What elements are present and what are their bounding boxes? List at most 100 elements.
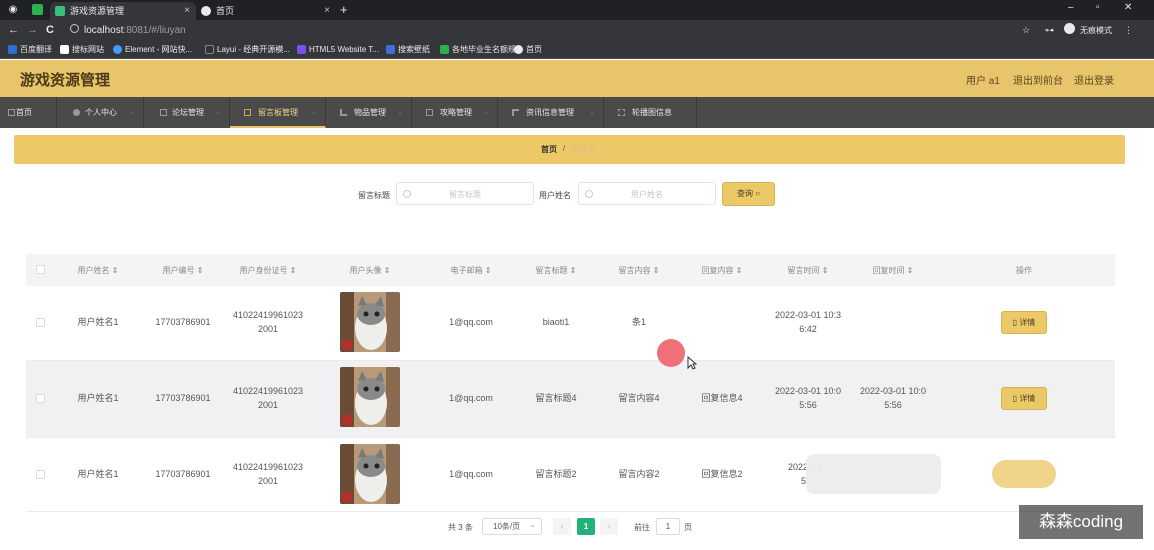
tab-game-resource[interactable]: 游戏资源管理 ×: [50, 2, 196, 20]
next-page-button[interactable]: ›: [600, 518, 618, 535]
cell-id-line1: 41022419961023: [232, 386, 304, 396]
incognito-avatar-icon[interactable]: [1064, 23, 1075, 34]
bookmark-item[interactable]: 搜标网站: [60, 41, 104, 59]
sort-icon: ⇕: [289, 266, 297, 275]
breadcrumb-current: 留言板: [572, 145, 596, 154]
column-header[interactable]: 用户姓名 ⇕: [78, 265, 119, 276]
cell-user-no: 17703786901: [155, 393, 211, 403]
back-to-front-link[interactable]: 退出到前台: [1013, 72, 1063, 87]
bookmark-item[interactable]: Layui - 经典开源模...: [205, 41, 290, 59]
url-input[interactable]: [64, 22, 1004, 39]
nav-item-home[interactable]: 首页: [0, 97, 57, 128]
nav-item-items[interactable]: 物品管理 ⌄: [326, 97, 412, 128]
password-key-icon[interactable]: ⊶: [1045, 24, 1054, 37]
column-header[interactable]: 用户编号 ⇕: [163, 265, 204, 276]
url-host: localhost: [84, 25, 124, 36]
maximize-button[interactable]: ▫: [1096, 2, 1100, 13]
bookmark-item[interactable]: 各地毕业生名额规: [440, 41, 516, 59]
back-button[interactable]: ←: [8, 23, 19, 37]
goto-label: 前往: [634, 523, 650, 532]
column-header[interactable]: 用户身份证号 ⇕: [240, 265, 297, 276]
page-suffix: 页: [684, 523, 692, 532]
nav-item-strategy[interactable]: 攻略管理 ⌄: [412, 97, 498, 128]
select-all-checkbox[interactable]: [36, 265, 45, 274]
column-header[interactable]: 回复时间 ⇕: [873, 265, 914, 276]
sort-icon: ⇕: [821, 266, 829, 275]
sort-icon: ⇕: [383, 266, 391, 275]
detail-button[interactable]: [992, 460, 1056, 488]
logout-link[interactable]: 退出登录: [1074, 72, 1114, 87]
column-header-actions: 操作: [1016, 266, 1032, 275]
cell-time-line2: 5:56: [799, 400, 817, 410]
main-nav: 首页 个人中心 ⌄ 论坛管理 ⌄ 留言板管理 ⌄ 物品管理 ⌄ 攻略管理 ⌄ 资…: [0, 97, 1154, 128]
breadcrumb-separator: /: [563, 144, 566, 153]
bar-chart-icon: [340, 109, 347, 116]
tab-close-icon[interactable]: ×: [324, 2, 330, 20]
minimize-button[interactable]: –: [1068, 2, 1074, 13]
column-header[interactable]: 留言标题 ⇕: [536, 265, 577, 276]
row-checkbox[interactable]: [36, 394, 45, 403]
user-icon: [73, 109, 80, 116]
cat-avatar-image: [340, 292, 400, 352]
bookmark-label: HTML5 Website T...: [309, 45, 379, 54]
bookmark-item[interactable]: 首页: [514, 41, 542, 59]
nav-item-news[interactable]: 资讯信息管理 ⌄: [498, 97, 604, 128]
name-search-input[interactable]: 用户姓名: [578, 182, 716, 205]
page-size-select[interactable]: 10条/页 ⌄: [482, 518, 542, 535]
column-header[interactable]: 电子邮箱 ⇕: [451, 265, 492, 276]
bookmark-favicon-icon: [113, 45, 122, 54]
avatar: [340, 444, 400, 504]
table-row: 用户姓名1 17703786901 41022419961023 2001 1@…: [26, 361, 1115, 438]
detail-button[interactable]: ▯ 详情: [1001, 387, 1047, 410]
cell-time-line1: 2022-03-01 10:3: [774, 310, 842, 320]
column-header[interactable]: 留言内容 ⇕: [619, 265, 660, 276]
nav-item-forum[interactable]: 论坛管理 ⌄: [144, 97, 230, 128]
grid-icon: [160, 109, 167, 116]
nav-label: 攻略管理: [440, 108, 472, 117]
nav-item-personal-center[interactable]: 个人中心 ⌄: [57, 97, 144, 128]
window-close-button[interactable]: ✕: [1124, 2, 1132, 13]
mouse-cursor-icon: [687, 356, 697, 370]
column-header[interactable]: 用户头像 ⇕: [350, 265, 391, 276]
bookmark-star-icon[interactable]: ☆: [1022, 24, 1030, 37]
page-size-value: 10条/页: [493, 522, 521, 531]
cell-reply-time-line1: 2022-03-01 10:0: [859, 386, 927, 396]
nav-item-carousel[interactable]: 轮播图信息: [604, 97, 697, 128]
site-info-icon[interactable]: [70, 24, 79, 33]
cell-time-line1: 2022-03-01 10:0: [774, 386, 842, 396]
bookmark-item[interactable]: 百度翻译: [8, 41, 52, 59]
goto-page-input[interactable]: 1: [656, 518, 680, 535]
new-tab-button[interactable]: +: [340, 2, 348, 18]
title-search-input[interactable]: 留言标题: [396, 182, 534, 205]
tab-group-icon[interactable]: [32, 4, 43, 15]
tab-close-icon[interactable]: ×: [184, 2, 190, 20]
column-title: 用户姓名: [77, 266, 110, 275]
current-user: 用户 a1: [966, 76, 1000, 87]
row-checkbox[interactable]: [36, 318, 45, 327]
column-header[interactable]: 回复内容 ⇕: [702, 265, 743, 276]
browser-menu-icon[interactable]: ⋮: [1124, 24, 1133, 37]
query-button[interactable]: 查询 ○: [722, 182, 775, 206]
forward-button[interactable]: →: [27, 23, 38, 37]
sort-icon: ⇕: [652, 266, 660, 275]
cell-content: 留言内容4: [618, 393, 660, 403]
cat-avatar-image: [340, 367, 400, 427]
tab-home[interactable]: 首页 ×: [196, 2, 336, 20]
url-path: :8081/#/liuyan: [123, 25, 186, 36]
bookmark-item[interactable]: HTML5 Website T...: [297, 41, 379, 59]
click-indicator: [657, 339, 685, 367]
page-1-button[interactable]: 1: [577, 518, 595, 535]
row-checkbox[interactable]: [36, 470, 45, 479]
detail-button[interactable]: ▯ 详情: [1001, 311, 1047, 334]
document-icon: ▯: [1012, 394, 1018, 403]
bookmark-item[interactable]: 搜索壁纸: [386, 41, 430, 59]
column-header[interactable]: 留言时间 ⇕: [788, 265, 829, 276]
message-icon: [244, 109, 251, 116]
bookmark-item[interactable]: Element - 网站快...: [113, 41, 192, 59]
cell-content: 条1: [631, 317, 647, 327]
prev-page-button[interactable]: ‹: [553, 518, 571, 535]
reload-button[interactable]: C: [46, 23, 54, 37]
nav-item-message-board[interactable]: 留言板管理 ⌄: [230, 97, 326, 128]
column-title: 用户头像: [349, 266, 382, 275]
breadcrumb-home[interactable]: 首页: [541, 144, 557, 155]
